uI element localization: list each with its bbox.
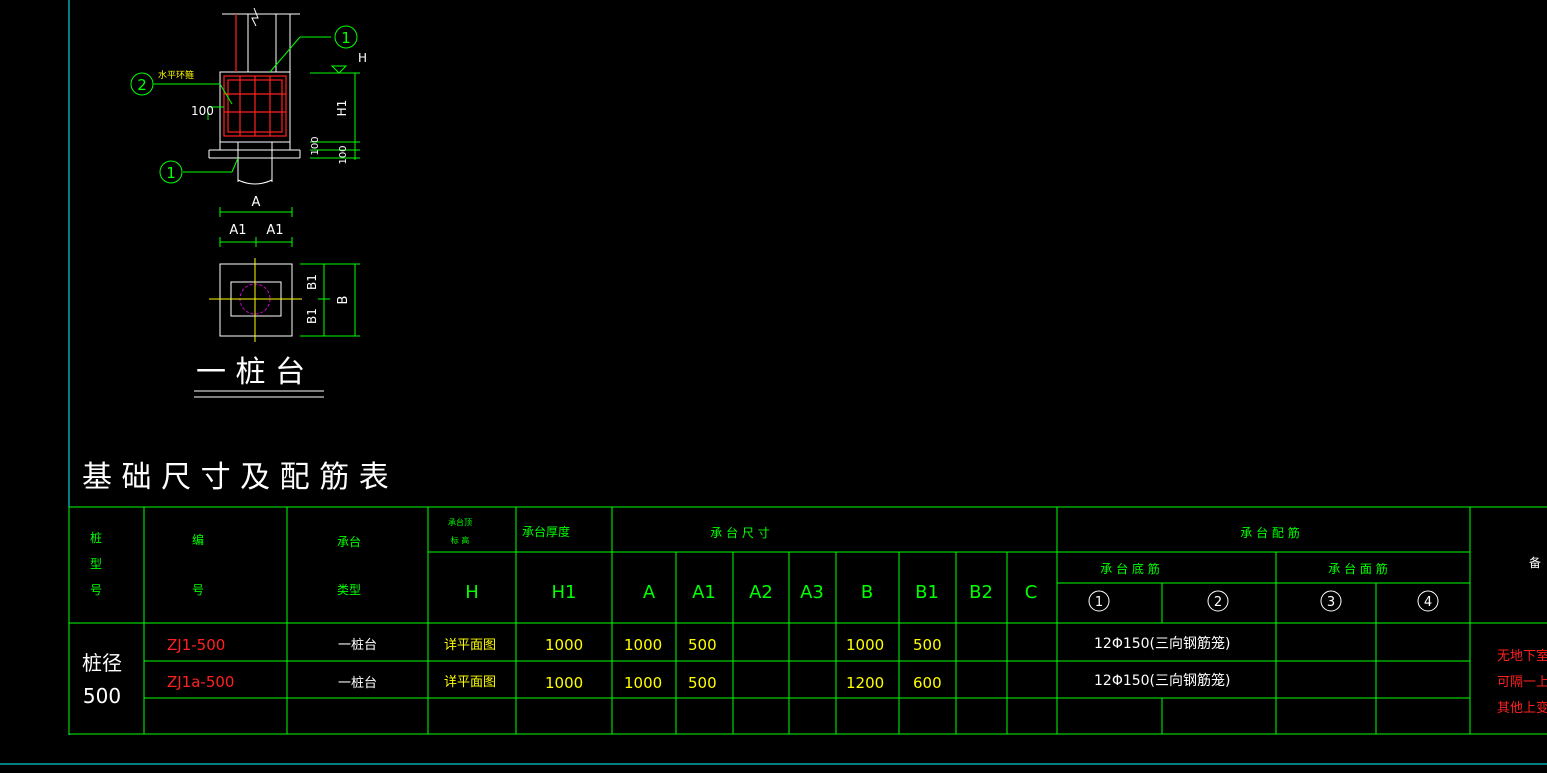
row-h1: 1000 <box>545 636 583 654</box>
table-header: 桩 型 号 编 号 承台 类型 承台顶 标 高 承台厚度 承 台 尺 寸 承 台… <box>90 517 1388 597</box>
header-bottom-rebar: 承 台 底 筋 <box>1100 561 1159 576</box>
row-type: 一桩台 <box>338 676 377 691</box>
callout-2: 2 <box>137 76 147 94</box>
remark-notes: 无地下室时 可隔一上室 其他上变经 <box>1497 648 1547 716</box>
svg-text:500: 500 <box>83 684 121 708</box>
callout-1-bottom: 1 <box>166 164 176 182</box>
row-h1: 1000 <box>545 674 583 692</box>
header-code: 编 <box>192 532 204 547</box>
row-a1: 500 <box>688 674 717 692</box>
header-pile-type-2: 型 <box>90 557 102 571</box>
row-b: 1200 <box>846 674 884 692</box>
row-h: 详平面图 <box>444 638 496 653</box>
row-rebar: 12Φ150(三向钢筋笼) <box>1094 672 1230 689</box>
header-cap-type: 承台 <box>337 534 361 549</box>
rebar-column-markers: 1 2 3 4 <box>1088 590 1439 612</box>
table-title: 基 础 尺 寸 及 配 筋 表 <box>82 460 389 495</box>
rebar-col-3: 3 <box>1327 595 1335 610</box>
row-type: 一桩台 <box>338 638 377 653</box>
row-code: ZJ1-500 <box>167 636 225 654</box>
dim-a1-right-label: A1 <box>266 223 283 238</box>
header-remark: 备 <box>1529 556 1541 570</box>
group-label: 桩径 500 <box>82 651 122 708</box>
subheader-b: B <box>861 582 873 603</box>
cad-drawing-canvas: 1 2 1 水平环箍 100 H H1 100 100 A A1 A1 B1 B <box>0 0 1547 765</box>
row-b1: 500 <box>913 636 942 654</box>
row-a: 1000 <box>624 674 662 692</box>
row-a: 1000 <box>624 636 662 654</box>
rebar-col-4: 4 <box>1424 595 1432 610</box>
row-b1: 600 <box>913 674 942 692</box>
dim-h-label: H <box>358 51 367 65</box>
svg-text:桩径: 桩径 <box>82 651 122 675</box>
remark-line-3: 其他上变经 <box>1497 700 1547 716</box>
table-row-1: ZJ1-500 一桩台 详平面图 1000 1000 500 1000 500 … <box>167 635 1230 654</box>
remark-line-1: 无地下室时 <box>1497 648 1547 664</box>
row-rebar: 12Φ150(三向钢筋笼) <box>1094 635 1230 652</box>
subheader-h1: H1 <box>552 582 577 603</box>
dim-100b-label: 100 <box>338 145 349 164</box>
remark-line-2: 可隔一上室 <box>1497 674 1547 690</box>
dim-a1-left-label: A1 <box>229 223 246 238</box>
header-top-rebar: 承 台 面 筋 <box>1328 561 1387 576</box>
callout-1-top: 1 <box>341 29 351 47</box>
subheader-c: C <box>1025 582 1038 603</box>
rebar-col-2: 2 <box>1214 595 1222 610</box>
pile-cap-plan-view: B1 B1 B 一 桩 台 <box>194 258 360 398</box>
subheader-b2: B2 <box>969 582 993 603</box>
header-pile-type-3: 号 <box>90 583 102 597</box>
row-code: ZJ1a-500 <box>167 673 234 691</box>
dim-100a-label: 100 <box>310 136 321 155</box>
subheader-a1: A1 <box>692 582 716 603</box>
dim-b1-bottom-label: B1 <box>305 308 319 324</box>
foundation-table-grid <box>68 506 1547 735</box>
rebar-note: 水平环箍 <box>158 69 194 81</box>
subheader-a: A <box>643 582 656 603</box>
plan-title: 一 桩 台 <box>196 355 305 390</box>
header-cap-rebar: 承 台 配 筋 <box>1240 525 1299 540</box>
row-a1: 500 <box>688 636 717 654</box>
dim-h1-label: H1 <box>335 100 349 117</box>
subheader-h: H <box>465 582 479 603</box>
header-cap-top-elev: 承台顶 <box>448 517 472 527</box>
subheader-b1: B1 <box>915 582 939 603</box>
dim-100-label: 100 <box>191 104 214 118</box>
table-subheaders: H H1 A A1 A2 A3 B B1 B2 C <box>465 582 1037 603</box>
header-code-2: 号 <box>192 583 204 597</box>
dim-b-label: B <box>336 296 351 305</box>
dim-a-label: A <box>252 195 261 210</box>
rebar-col-1: 1 <box>1095 595 1103 610</box>
row-h: 详平面图 <box>444 675 496 690</box>
pile-cap-section-detail: 1 2 1 水平环箍 100 H H1 100 100 A A1 A1 <box>130 7 367 247</box>
header-cap-top-elev-2: 标 高 <box>451 535 470 545</box>
header-cap-thickness: 承台厚度 <box>522 524 570 539</box>
dim-b1-top-label: B1 <box>305 274 319 290</box>
header-cap-size: 承 台 尺 寸 <box>710 525 769 540</box>
subheader-a3: A3 <box>800 582 824 603</box>
header-cap-type-2: 类型 <box>337 583 361 597</box>
header-pile-type: 桩 <box>90 530 102 545</box>
table-row-2: ZJ1a-500 一桩台 详平面图 1000 1000 500 1200 600… <box>167 672 1230 692</box>
row-b: 1000 <box>846 636 884 654</box>
subheader-a2: A2 <box>749 582 773 603</box>
